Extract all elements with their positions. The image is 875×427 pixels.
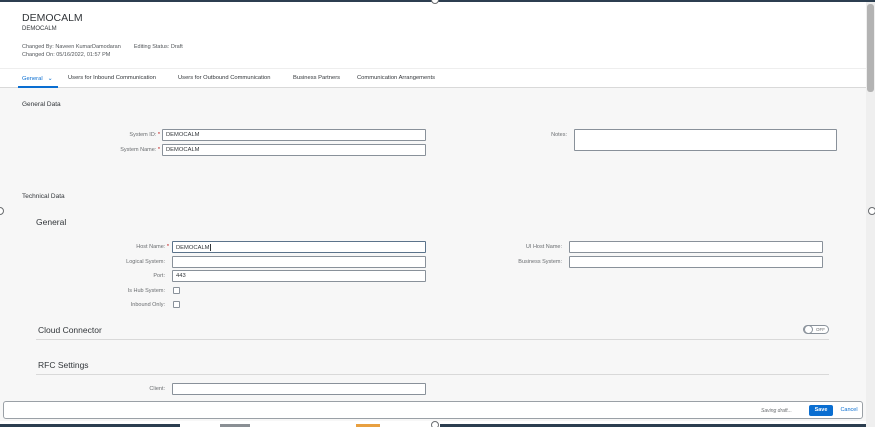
business-system-input[interactable]	[569, 256, 823, 268]
changed-on-value: 05/16/2022, 01:57 PM	[56, 52, 111, 58]
object-header: DEMOCALM DEMOCALM Changed By: Naveen Kum…	[0, 2, 866, 68]
editing-status-label: Editing Status:	[133, 44, 170, 50]
tab-users-inbound[interactable]: Users for Inbound Communication	[68, 75, 156, 81]
cloud-connector-divider	[36, 339, 829, 340]
client-input[interactable]	[172, 383, 426, 395]
changed-on-line: Changed On: 05/16/2022, 01:57 PM	[22, 52, 110, 58]
ui-host-name-label: UI Host Name:	[525, 244, 562, 250]
changed-by-value: Naveen KumarDamodaran	[55, 44, 121, 50]
changed-by-line: Changed By: Naveen KumarDamodaran Editin…	[22, 44, 183, 50]
logical-system-label: Logical System:	[126, 259, 165, 265]
ui-host-name-input[interactable]	[569, 241, 823, 253]
page-title: DEMOCALM	[22, 12, 83, 24]
tab-general[interactable]: General ⌄	[22, 75, 53, 82]
general-data-title: General Data	[22, 101, 61, 108]
active-tab-indicator	[18, 86, 58, 88]
footer-toolbar: Saving draft... Save Cancel	[3, 401, 863, 419]
rfc-settings-title: RFC Settings	[38, 360, 89, 370]
cancel-button[interactable]: Cancel	[837, 405, 861, 416]
tab-users-outbound[interactable]: Users for Outbound Communication	[178, 75, 270, 81]
switch-knob	[804, 325, 813, 334]
system-id-input[interactable]: DEMOCALM	[162, 129, 426, 141]
scrollbar-thumb[interactable]	[867, 4, 874, 92]
cloud-connector-switch[interactable]: OFF	[803, 325, 829, 334]
inbound-only-checkbox[interactable]	[173, 301, 180, 308]
inbound-only-label: Inbound Only:	[130, 302, 165, 308]
rfc-settings-divider	[36, 374, 829, 375]
tab-bar: General ⌄ Users for Inbound Communication…	[0, 68, 866, 88]
client-label: Client:	[149, 386, 165, 392]
page-subtitle: DEMOCALM	[22, 26, 57, 32]
resize-handle-bottom[interactable]	[431, 421, 439, 427]
logical-system-input[interactable]	[172, 256, 426, 268]
host-name-input[interactable]: DEMOCALM	[172, 241, 426, 253]
resize-handle-left[interactable]	[0, 207, 4, 215]
notes-textarea[interactable]	[574, 129, 837, 151]
port-label: Port:	[153, 273, 165, 279]
tab-general-label: General	[22, 76, 43, 82]
tab-business-partners[interactable]: Business Partners	[293, 75, 340, 81]
is-hub-system-label: Is Hub System:	[127, 288, 165, 294]
business-system-label: Business System:	[518, 259, 562, 265]
system-id-label: System ID: *	[129, 132, 160, 138]
changed-by-label: Changed By:	[22, 44, 54, 50]
is-hub-system-checkbox[interactable]	[173, 287, 180, 294]
chevron-down-icon: ⌄	[47, 76, 53, 82]
cloud-connector-title: Cloud Connector	[38, 325, 102, 335]
technical-general-title: General	[36, 217, 67, 227]
saving-draft-status: Saving draft...	[761, 408, 792, 414]
port-input[interactable]: 443	[172, 270, 426, 282]
technical-data-title: Technical Data	[22, 193, 65, 200]
system-name-label: System Name: *	[120, 147, 160, 153]
switch-state-text: OFF	[816, 327, 825, 332]
resize-handle-right[interactable]	[868, 207, 875, 215]
save-button[interactable]: Save	[809, 405, 833, 416]
changed-on-label: Changed On:	[22, 52, 55, 58]
notes-label: Notes:	[551, 132, 567, 138]
tab-communication-arrangements[interactable]: Communication Arrangements	[357, 75, 435, 81]
editing-status-value: Draft	[170, 44, 183, 50]
system-name-input[interactable]: DEMOCALM	[162, 144, 426, 156]
text-caret	[209, 244, 211, 251]
host-name-label: Host Name: *	[136, 244, 169, 250]
